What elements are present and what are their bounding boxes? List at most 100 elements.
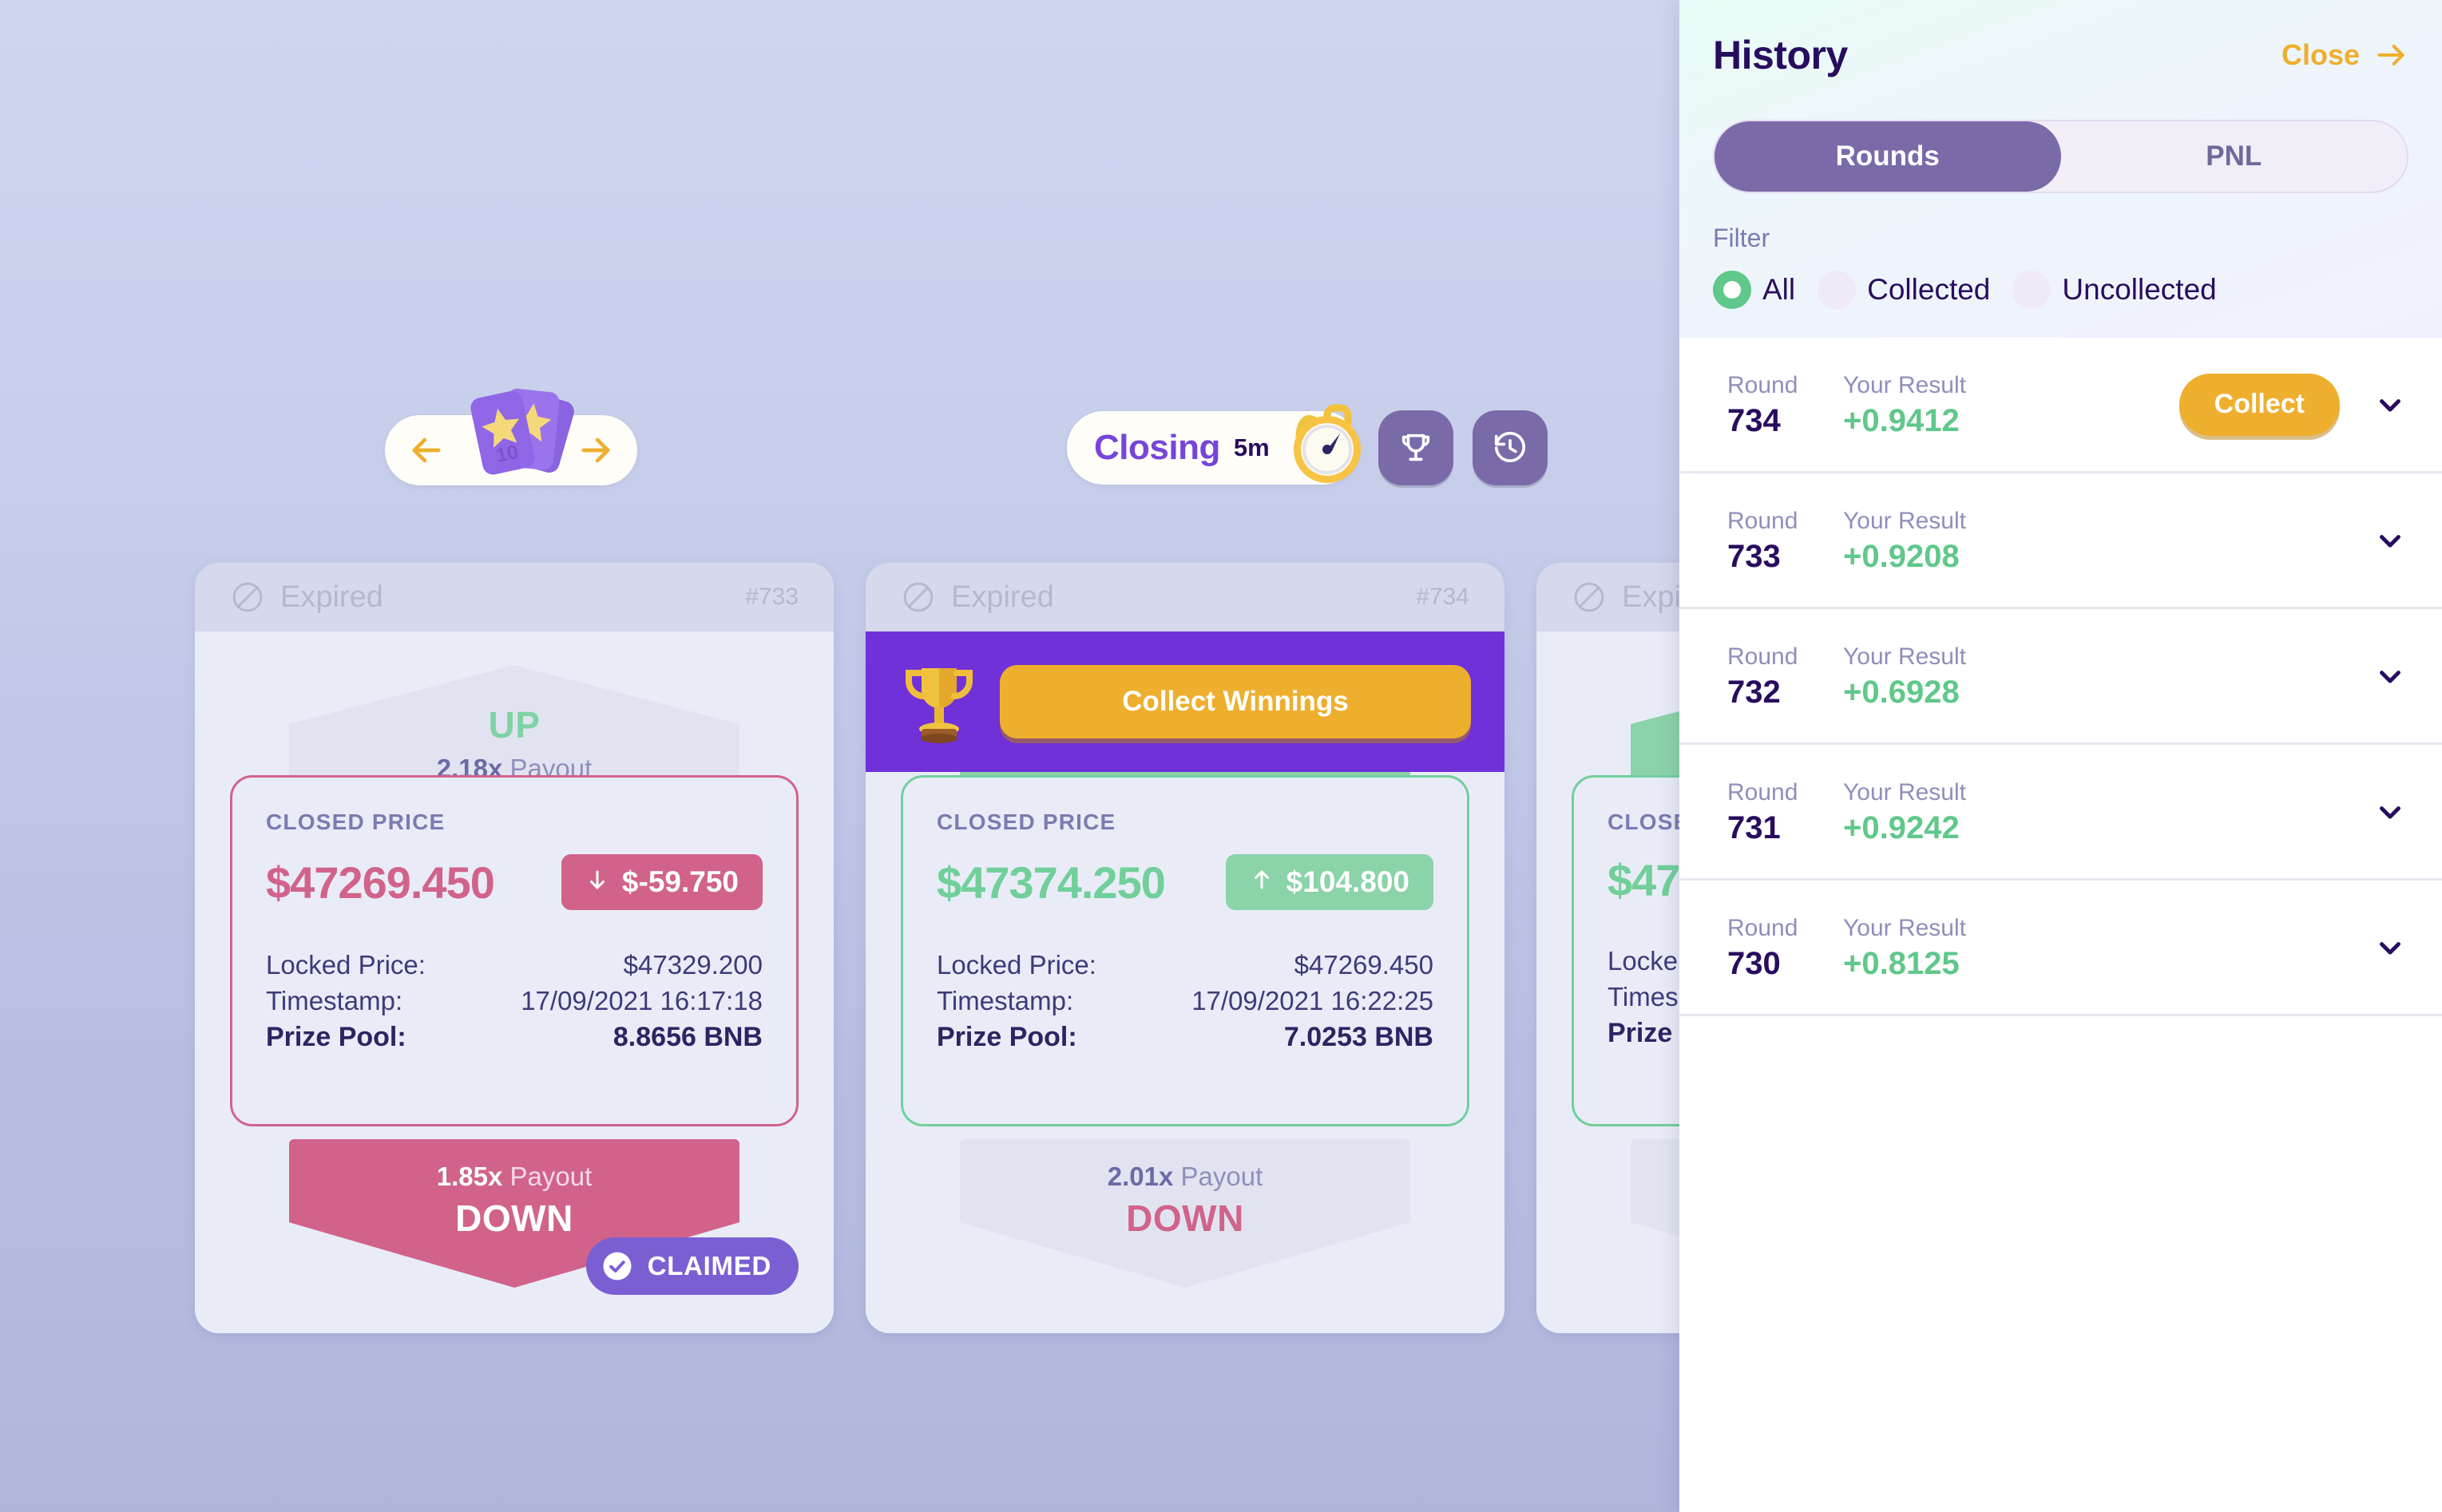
result-column: Your Result +0.9242 (1843, 777, 2107, 846)
down-payout-multiplier: 1.85x (436, 1162, 503, 1191)
timestamp-value: 17/09/2021 16:22:25 (1191, 986, 1433, 1015)
list-item[interactable]: Round 734 Your Result +0.9412 Collect (1679, 338, 2442, 473)
price-delta-value: $104.800 (1286, 865, 1409, 898)
collect-button-label: Collect (2214, 389, 2305, 419)
locked-price-label: Locke (1608, 946, 1679, 976)
result-column: Your Result +0.8125 (1843, 912, 2107, 982)
down-payout-label: Payout (1180, 1162, 1263, 1191)
result-column: Your Result +0.6928 (1843, 641, 2107, 710)
prev-round-button[interactable] (406, 429, 447, 471)
round-key: Round (1727, 915, 1798, 942)
result-column: Your Result +0.9412 (1843, 370, 2107, 439)
tab-rounds-label: Rounds (1835, 141, 1940, 172)
timestamp-label: Timestamp: (266, 986, 403, 1015)
closing-label: Closing (1094, 428, 1220, 467)
round-column: Round 730 (1727, 912, 1843, 982)
timestamp-value: 17/09/2021 16:17:18 (521, 986, 763, 1015)
next-round-button[interactable] (575, 429, 616, 471)
tab-rounds[interactable]: Rounds (1715, 121, 2061, 192)
filter-group: All Collected Uncollected (1713, 271, 2408, 309)
collect-button[interactable]: Collect (2178, 373, 2340, 436)
round-value: 731 (1727, 809, 1781, 845)
filter-option-collected[interactable]: Collected (1818, 271, 1990, 309)
result-value: +0.9242 (1843, 809, 1960, 845)
chevron-down-icon (2373, 524, 2407, 557)
collect-winnings-label: Collect Winnings (1122, 686, 1349, 717)
radio-icon (1818, 271, 1857, 309)
round-key: Round (1727, 372, 1798, 399)
down-direction: DOWN (455, 1197, 573, 1239)
status-badge: CLAIMED (585, 1237, 799, 1295)
filter-option-collected-label: Collected (1867, 273, 1991, 306)
tab-pnl[interactable]: PNL (2061, 121, 2408, 192)
closed-price-label: CLOSED PRICE (937, 809, 1116, 834)
card-body: Collect Winnings UP CLOSED PRICE $47374.… (866, 631, 1504, 1333)
ban-icon (230, 580, 265, 615)
list-item[interactable]: Round 731 Your Result +0.9242 (1679, 745, 2442, 881)
round-value: 733 (1727, 538, 1781, 574)
arrow-down-icon (585, 865, 609, 899)
down-payout-label: Payout (509, 1162, 593, 1191)
trophy-3d-icon (886, 649, 992, 754)
round-column: Round 731 (1727, 777, 1843, 846)
prize-pool-value: 7.0253 BNB (1283, 1022, 1433, 1052)
leaderboard-button[interactable] (1378, 410, 1453, 485)
closed-price-value: $47269.450 (266, 857, 495, 908)
history-tabs: Rounds PNL (1713, 120, 2408, 193)
card-header: Expired #734 (866, 563, 1504, 631)
list-item[interactable]: Round 733 Your Result +0.9208 (1679, 473, 2442, 609)
prediction-card[interactable]: Expired #734 Collect Winnings CLOSED PRI… (866, 563, 1504, 1333)
filter-option-all[interactable]: All (1713, 271, 1795, 309)
chevron-down-icon (2373, 795, 2407, 829)
closed-price-value: $47374.250 (937, 857, 1166, 908)
history-panel: History Close Rounds PNL Filter All Coll… (1679, 0, 2442, 1512)
list-item[interactable]: Round 730 Your Result +0.8125 (1679, 881, 2442, 1016)
round-key: Round (1727, 779, 1798, 806)
round-key: Round (1727, 508, 1798, 535)
closing-timer[interactable]: Closing 5m (1067, 404, 1361, 485)
filter-option-uncollected[interactable]: Uncollected (2012, 271, 2217, 309)
prediction-cards: Expired #733 UP 2.18x Payout CLOSED PRIC… (0, 563, 2175, 1345)
page-title: History (1713, 33, 1848, 77)
list-item[interactable]: Round 732 Your Result +0.6928 (1679, 609, 2442, 745)
history-rounds-list: Round 734 Your Result +0.9412 Collect Ro… (1679, 338, 2442, 1016)
round-key: Round (1727, 643, 1798, 671)
down-payout: 1.85x Payout (437, 1162, 593, 1192)
result-value: +0.9208 (1843, 538, 1960, 574)
expand-row-button[interactable] (2372, 524, 2408, 557)
result-column: Your Result +0.9208 (1843, 505, 2107, 575)
closing-time: 5m (1233, 433, 1270, 461)
prize-pool-label: Prize (1608, 1018, 1673, 1048)
expand-row-button[interactable] (2372, 931, 2408, 964)
price-delta-badge: $104.800 (1225, 854, 1433, 910)
locked-price-label: Locked Price: (266, 950, 426, 980)
filter-option-uncollected-label: Uncollected (2062, 273, 2217, 306)
result-key: Your Result (1843, 779, 1966, 806)
history-clock-icon (1492, 429, 1528, 466)
down-direction: DOWN (1126, 1197, 1244, 1239)
price-panel: CLOSED PRICE $47269.450 $-59.750 Locked … (230, 775, 799, 1126)
card-header: Expired #733 (195, 563, 834, 631)
history-panel-header: History Close Rounds PNL Filter All Coll… (1679, 0, 2442, 338)
collect-winnings-button[interactable]: Collect Winnings (1000, 665, 1471, 738)
expand-row-button[interactable] (2372, 795, 2408, 829)
radio-icon (2012, 271, 2052, 309)
close-panel-button[interactable]: Close (2281, 38, 2408, 73)
prediction-card[interactable]: Expired #733 UP 2.18x Payout CLOSED PRIC… (195, 563, 834, 1333)
locked-price-value: $47329.200 (623, 950, 763, 980)
history-button[interactable] (1472, 410, 1548, 485)
expand-row-button[interactable] (2372, 388, 2408, 422)
arrow-left-icon (406, 429, 447, 471)
result-value: +0.8125 (1843, 945, 1960, 981)
check-circle-icon (601, 1249, 634, 1283)
round-value: 732 (1727, 674, 1781, 710)
chevron-down-icon (2373, 388, 2407, 422)
result-key: Your Result (1843, 915, 1966, 942)
down-payout: 2.01x Payout (1108, 1162, 1263, 1192)
down-payout-multiplier: 2.01x (1107, 1162, 1174, 1191)
trophy-icon (1397, 429, 1434, 466)
result-key: Your Result (1843, 508, 1966, 535)
card-status: Expired (280, 580, 383, 614)
result-value: +0.9412 (1843, 402, 1960, 438)
expand-row-button[interactable] (2372, 659, 2408, 693)
